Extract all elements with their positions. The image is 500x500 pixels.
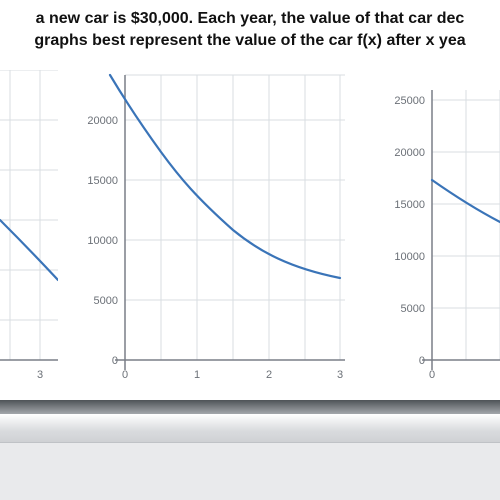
chart-center-svg: 0 5000 10000 15000 20000 0 1 2 3	[70, 70, 350, 400]
chart-center-grid	[125, 75, 345, 360]
ytick-20000: 20000	[87, 115, 118, 127]
chart-left-xticks: 3	[37, 369, 43, 381]
r-ytick-5000: 5000	[401, 303, 425, 315]
ytick-5000: 5000	[94, 295, 118, 307]
question-line2: graphs best represent the value of the c…	[34, 32, 465, 49]
chart-left-xtick-3: 3	[37, 369, 43, 381]
r-xtick-0: 0	[429, 369, 435, 381]
chart-right-partial: 0 5000 10000 15000 20000 25000 0	[362, 70, 500, 400]
chart-right-grid	[432, 90, 500, 360]
chart-center: 0 5000 10000 15000 20000 0 1 2 3	[70, 70, 350, 400]
chart-center-yticks: 0 5000 10000 15000 20000	[87, 115, 118, 367]
stage: a new car is $30,000. Each year, the val…	[0, 0, 500, 500]
chart-left-partial: 3	[0, 70, 58, 400]
ytick-10000: 10000	[87, 235, 118, 247]
bottom-shelf	[0, 400, 500, 500]
chart-left-svg: 3	[0, 70, 58, 400]
charts-row: 3	[0, 70, 500, 400]
r-ytick-0: 0	[419, 355, 425, 367]
xtick-3: 3	[337, 369, 343, 381]
chart-center-axes	[115, 75, 345, 370]
question-text: a new car is $30,000. Each year, the val…	[0, 8, 500, 51]
ytick-0: 0	[112, 355, 118, 367]
r-ytick-10000: 10000	[394, 251, 425, 263]
r-ytick-20000: 20000	[394, 147, 425, 159]
xtick-0: 0	[122, 369, 128, 381]
chart-right-xticks: 0	[429, 369, 435, 381]
chart-center-xticks: 0 1 2 3	[122, 369, 343, 381]
chart-right-svg: 0 5000 10000 15000 20000 25000 0	[362, 70, 500, 400]
chart-right-yticks: 0 5000 10000 15000 20000 25000	[394, 95, 425, 367]
chart-left-curve	[0, 220, 58, 280]
r-ytick-15000: 15000	[394, 199, 425, 211]
question-line1: a new car is $30,000. Each year, the val…	[36, 10, 465, 27]
ytick-15000: 15000	[87, 175, 118, 187]
chart-left-grid	[0, 70, 58, 360]
xtick-2: 2	[266, 369, 272, 381]
xtick-1: 1	[194, 369, 200, 381]
r-ytick-25000: 25000	[394, 95, 425, 107]
chart-right-axes	[422, 90, 500, 370]
